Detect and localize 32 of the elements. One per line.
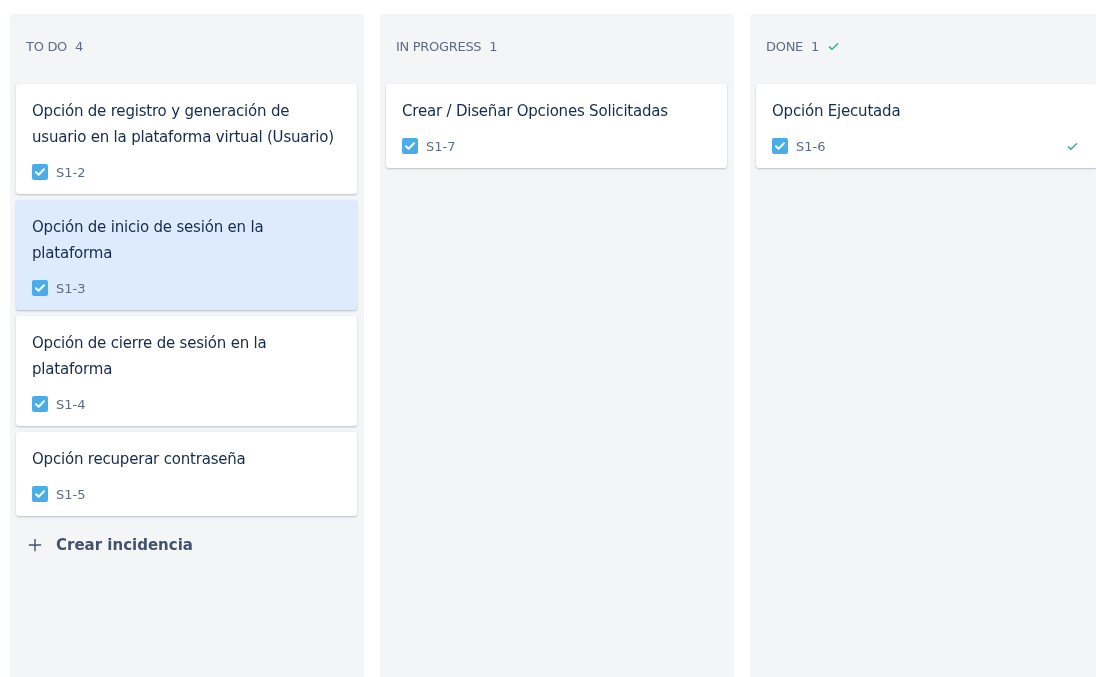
task-checkbox-icon [32, 486, 48, 502]
issue-key: S1-4 [56, 396, 86, 412]
issue-count: 1 [811, 38, 820, 54]
create-issue-button[interactable]: Crear incidencia [16, 522, 205, 568]
column-title: IN PROGRESS [396, 38, 482, 54]
issue-key: S1-5 [56, 486, 86, 502]
issue-card[interactable]: Opción de cierre de sesión en la plataforma S1-4 [16, 316, 357, 426]
issue-summary: Opción de cierre de sesión en la plataforma [32, 333, 268, 380]
task-checkbox-icon [772, 138, 788, 154]
issue-key: S1-2 [56, 164, 86, 180]
issue-summary: Opción de inicio de sesión en la plataforma [32, 217, 265, 264]
plus-icon [28, 538, 42, 552]
task-checkbox-icon [402, 138, 418, 154]
issue-count: 4 [75, 38, 84, 54]
issue-card[interactable]: Opción Ejecutada S1-6 [756, 84, 1096, 168]
task-checkbox-icon [32, 164, 48, 180]
task-checkbox-icon [32, 280, 48, 296]
issue-summary: Crear / Diseñar Opciones Solicitadas [402, 101, 669, 122]
issue-card[interactable]: Opción de registro y generación de usuario en la plataforma virtual (Usuario) S1-2 [16, 84, 357, 194]
issue-summary: Opción recuperar contraseña [32, 449, 247, 470]
issue-key: S1-7 [426, 138, 456, 154]
issue-card[interactable]: Opción de inicio de sesión en la plataforma S1-3 [16, 200, 357, 310]
issue-summary: Opción de registro y generación de usuario en la plataforma virtual (Usuario) [32, 101, 335, 148]
issue-key: S1-6 [796, 138, 826, 154]
issue-count: 1 [489, 38, 498, 54]
issue-summary: Opción Ejecutada [772, 101, 902, 122]
issue-card[interactable]: Opción recuperar contraseña S1-5 [16, 432, 357, 516]
issue-card[interactable]: Crear / Diseñar Opciones Solicitadas S1-7 [386, 84, 727, 168]
task-checkbox-icon [32, 396, 48, 412]
column-title: DONE [766, 38, 803, 54]
issue-key: S1-3 [56, 280, 86, 296]
column-title: TO DO [26, 38, 68, 54]
